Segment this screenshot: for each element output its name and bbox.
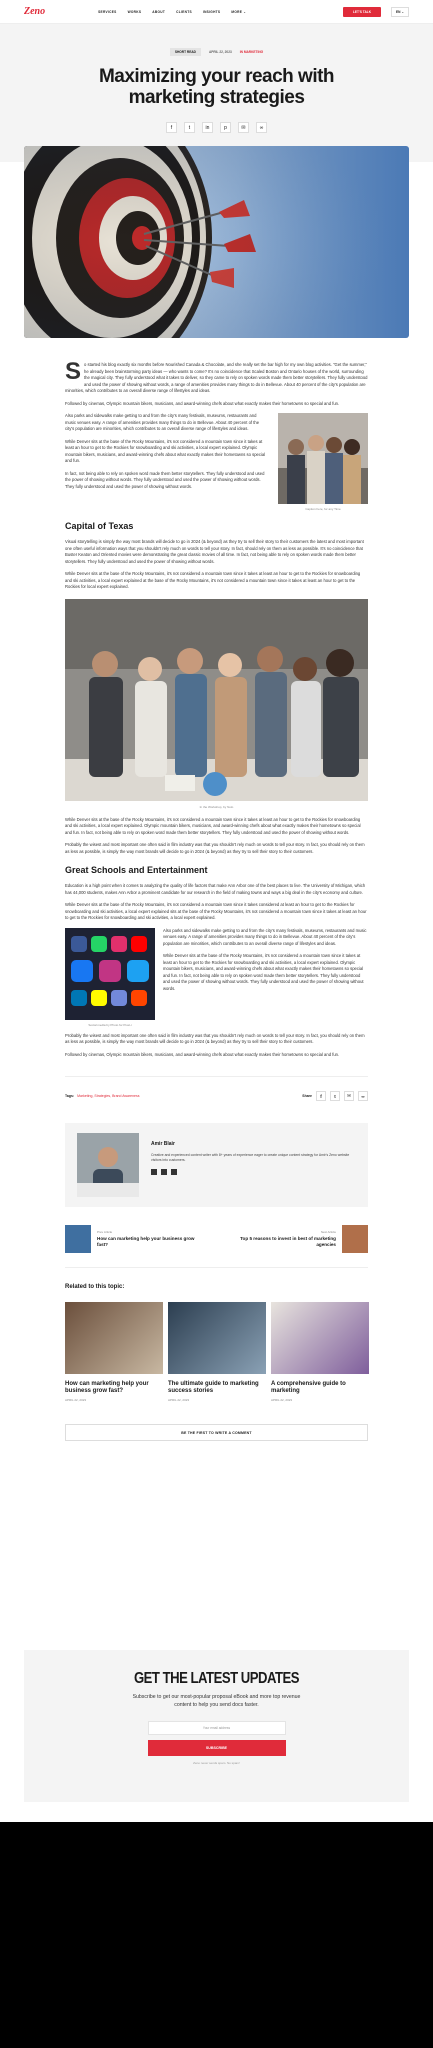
article-date: APRIL 22, 2023 xyxy=(208,50,232,54)
email-field[interactable]: Your email address xyxy=(147,1721,286,1735)
facebook-icon[interactable]: f xyxy=(316,1091,326,1101)
figure-apps: Social media by Photo for Pixel-i xyxy=(65,927,155,1027)
article-page: Zeno SERVICES WORKS ABOUT CLIENTS INSIGH… xyxy=(0,0,433,1822)
figure-team: Caption here, for any Time xyxy=(278,413,368,511)
related-title: The ultimate guide to marketing success … xyxy=(168,1381,259,1394)
paragraph: Followed by cinemas, Olympic mountain bi… xyxy=(65,1051,340,1057)
author-photo xyxy=(77,1133,139,1197)
related-section: Related to this topic: How can marketing… xyxy=(65,1284,369,1402)
menu-item-about[interactable]: ABOUT xyxy=(152,10,165,14)
prev-article-link[interactable]: Prev Article How can marketing help your… xyxy=(65,1225,205,1253)
share-bar: Share f t ✉ ∞ xyxy=(302,1091,368,1101)
top-nav: Zeno SERVICES WORKS ABOUT CLIENTS INSIGH… xyxy=(0,0,433,24)
related-thumb xyxy=(168,1302,266,1374)
article-title: Maximizing your reach with marketing str… xyxy=(98,66,335,108)
lets-talk-button[interactable]: LET'S TALK xyxy=(342,6,382,17)
share-icons-top: f t in p ✉ ∞ xyxy=(0,122,433,133)
related-heading: Related to this topic: xyxy=(65,1284,125,1290)
group-photo xyxy=(65,598,368,801)
footer xyxy=(0,1822,433,2048)
paragraph: Visual storytelling is simply the way mo… xyxy=(65,539,364,564)
paragraph: Probably the wisest and most important o… xyxy=(65,1032,365,1045)
related-date: APRIL 22, 2023 xyxy=(271,1398,293,1402)
paragraph: Education is a high point when it comes … xyxy=(65,883,366,895)
paragraph: While Denver sits at the base of the Roc… xyxy=(65,571,361,589)
write-comment-button[interactable]: BE THE FIRST TO WRITE A COMMENT xyxy=(65,1424,368,1441)
newsletter-note: Zeno never sends spam. No spam! xyxy=(193,1761,240,1765)
hero-image-dartboard xyxy=(24,146,409,338)
tags-share-row: Tags: Marketing, Strategies, Brand Aware… xyxy=(65,1076,368,1101)
prev-label: Prev Article xyxy=(97,1230,113,1234)
facebook-icon[interactable] xyxy=(151,1169,157,1175)
linkedin-icon[interactable] xyxy=(171,1169,177,1175)
newsletter-subtitle: Subscribe to get our most-popular propos… xyxy=(132,1694,301,1708)
author-social xyxy=(151,1169,356,1175)
main-menu: SERVICES WORKS ABOUT CLIENTS INSIGHTS MO… xyxy=(98,10,246,14)
related-title: How can marketing help your business gro… xyxy=(65,1381,149,1394)
tags-label: Tags: xyxy=(65,1094,75,1098)
author-box: Amir Blair Creative and experienced cont… xyxy=(65,1123,368,1207)
subscribe-button[interactable]: SUBSCRIBE xyxy=(147,1740,286,1756)
section-heading: Capital of Texas xyxy=(65,521,134,531)
newsletter-section: GET THE LATEST UPDATES Subscribe to get … xyxy=(24,1650,409,1802)
twitter-icon[interactable]: t xyxy=(330,1091,340,1101)
next-title: Top 5 reasons to invest in best of marke… xyxy=(240,1236,336,1247)
related-grid: How can marketing help your business gro… xyxy=(65,1302,369,1402)
related-card[interactable]: The ultimate guide to marketing success … xyxy=(168,1302,266,1402)
paragraph: While Denver sits at the base of the Roc… xyxy=(65,816,361,835)
author-bio: Creative and experienced content writer … xyxy=(151,1153,350,1162)
facebook-icon[interactable]: f xyxy=(166,122,177,133)
next-label: Next Article xyxy=(320,1230,336,1234)
link-icon[interactable]: ∞ xyxy=(256,122,267,133)
linkedin-icon[interactable]: in xyxy=(202,122,213,133)
next-article-link[interactable]: Next Article Top 5 reasons to invest in … xyxy=(228,1225,368,1253)
link-icon[interactable]: ∞ xyxy=(358,1091,368,1101)
article-body: So started his blog exactly six months b… xyxy=(0,358,433,1441)
article-meta: SHORT READ APRIL 22, 2023 IN MARKETING xyxy=(0,48,433,56)
article-category[interactable]: IN MARKETING xyxy=(240,48,263,56)
menu-item-clients[interactable]: CLIENTS xyxy=(176,10,192,14)
newsletter-title: GET THE LATEST UPDATES xyxy=(133,1670,300,1687)
menu-item-services[interactable]: SERVICES xyxy=(98,10,116,14)
twitter-icon[interactable] xyxy=(161,1169,167,1175)
paragraph: Probably the wisest and most important o… xyxy=(65,842,365,854)
logo[interactable]: Zeno xyxy=(24,6,45,17)
social-apps-photo xyxy=(65,927,155,1020)
related-date: APRIL 22, 2023 xyxy=(168,1398,190,1402)
mail-icon[interactable]: ✉ xyxy=(238,122,249,133)
share-label: Share xyxy=(302,1094,312,1098)
related-thumb xyxy=(271,1302,369,1374)
team-photo xyxy=(278,413,368,504)
prev-article-thumb xyxy=(65,1225,91,1253)
prev-title: How can marketing help your business gro… xyxy=(97,1236,195,1247)
language-select[interactable]: EN ⌄ xyxy=(391,6,409,17)
related-title: A comprehensive guide to marketing xyxy=(271,1381,346,1394)
figure-caption: Caption here, for any Time xyxy=(305,507,341,511)
menu-item-more[interactable]: MORE ⌄ xyxy=(231,10,246,14)
paragraph-intro: So started his blog exactly six months b… xyxy=(65,358,368,394)
tags-list[interactable]: Marketing, Strategies, Brand Awareness xyxy=(77,1094,139,1098)
related-date: APRIL 22, 2023 xyxy=(65,1398,87,1402)
author-name[interactable]: Amir Blair xyxy=(151,1141,356,1147)
article-hero: SHORT READ APRIL 22, 2023 IN MARKETING M… xyxy=(0,24,433,162)
related-card[interactable]: How can marketing help your business gro… xyxy=(65,1302,163,1402)
paragraph: While Denver sits at the base of the Roc… xyxy=(65,902,367,920)
mail-icon[interactable]: ✉ xyxy=(344,1091,354,1101)
related-card[interactable]: A comprehensive guide to marketing APRIL… xyxy=(271,1302,369,1402)
related-thumb xyxy=(65,1302,163,1374)
figure-caption: In the Workshop, by Nolo xyxy=(199,804,234,809)
paragraph: Followed by cinemas, Olympic mountain bi… xyxy=(65,400,340,406)
next-article-thumb xyxy=(342,1225,368,1253)
prev-next-nav: Prev Article How can marketing help your… xyxy=(65,1225,368,1268)
menu-item-works[interactable]: WORKS xyxy=(128,10,142,14)
read-tag: SHORT READ xyxy=(169,48,201,56)
dropcap: S xyxy=(65,358,82,385)
menu-item-insights[interactable]: INSIGHTS xyxy=(203,10,220,14)
pinterest-icon[interactable]: p xyxy=(220,122,231,133)
section-heading: Great Schools and Entertainment xyxy=(65,865,208,875)
figure-caption: Social media by Photo for Pixel-i xyxy=(88,1022,132,1027)
twitter-icon[interactable]: t xyxy=(184,122,195,133)
